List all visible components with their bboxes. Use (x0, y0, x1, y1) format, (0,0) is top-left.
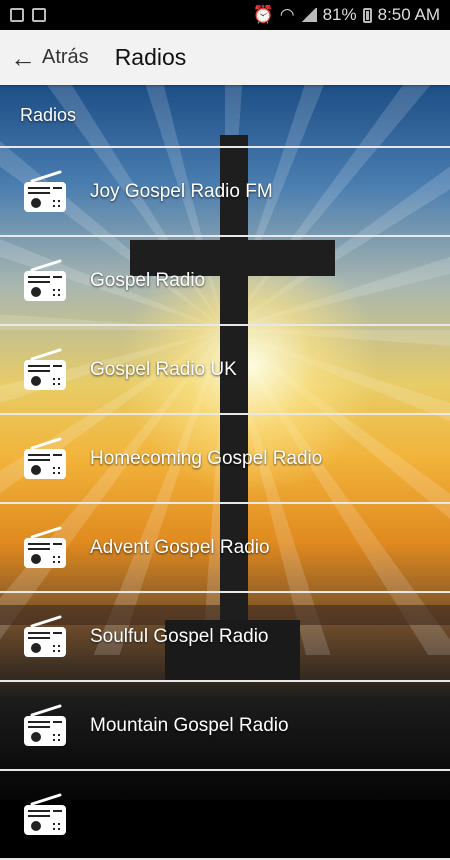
clock: 8:50 AM (377, 5, 440, 24)
status-bar: ⏰ ◠ 81% 8:50 AM (0, 0, 450, 99)
page-title: Radios (114, 44, 187, 70)
list-item-6[interactable]: Mountain Gospel Radio (0, 682, 450, 771)
battery-icon (362, 7, 372, 23)
list-item-4[interactable]: Advent Gospel Radio (0, 504, 450, 593)
list-item-label: Gospel Radio UK (90, 358, 237, 380)
wifi-icon: ◠ (279, 5, 295, 24)
list-item-label: Joy Gospel Radio FM (90, 180, 273, 202)
radio-icon (24, 793, 66, 835)
list-item-1[interactable]: Gospel Radio (0, 237, 450, 326)
list-item-label: Soulful Gospel Radio (90, 625, 269, 647)
back-arrow-icon: ← (10, 42, 36, 73)
signal-icon (300, 8, 317, 22)
radio-icon (24, 526, 66, 568)
list-item-label: Advent Gospel Radio (90, 536, 270, 558)
radio-list: Radios Joy Gospel Radio FM Gospel Radio … (0, 85, 450, 860)
image-notification-icon (10, 8, 24, 22)
list-item-label: Mountain Gospel Radio (90, 714, 289, 736)
radio-icon (24, 170, 66, 212)
battery-percent: 81% (322, 5, 357, 24)
list-item-2[interactable]: Gospel Radio UK (0, 326, 450, 415)
radio-icon (24, 437, 66, 479)
back-label: Atrás (42, 46, 89, 68)
radio-icon (24, 348, 66, 390)
radio-icon (24, 259, 66, 301)
radio-icon (24, 704, 66, 746)
document-notification-icon (32, 8, 46, 22)
list-item-label: Gospel Radio (90, 269, 206, 291)
list-item-3[interactable]: Homecoming Gospel Radio (0, 415, 450, 504)
list-item-5[interactable]: Soulful Gospel Radio (0, 593, 450, 682)
list-item-label: Homecoming Gospel Radio (90, 447, 323, 469)
toolbar: ← Atrás Radios (0, 30, 450, 85)
alarm-icon: ⏰ (252, 5, 274, 24)
section-header: Radios (0, 85, 450, 148)
list-item-7[interactable] (0, 771, 450, 860)
back-button[interactable]: ← Atrás (0, 45, 89, 71)
radio-icon (24, 615, 66, 657)
list-item-0[interactable]: Joy Gospel Radio FM (0, 148, 450, 237)
